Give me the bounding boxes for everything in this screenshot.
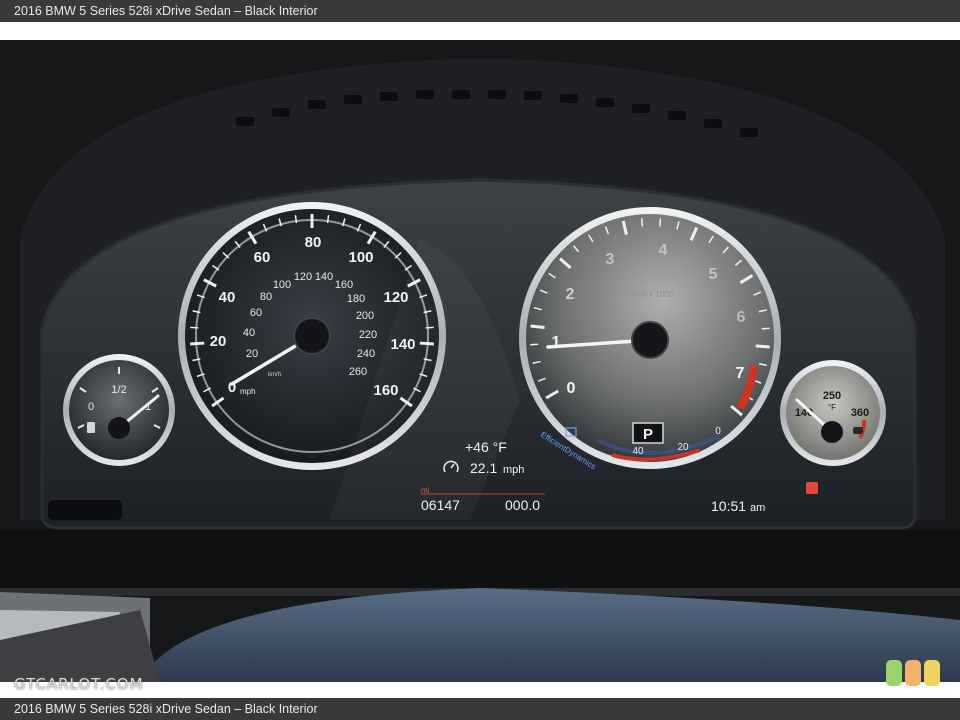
- lower-bezel: [0, 530, 960, 590]
- reset-button[interactable]: [48, 500, 122, 520]
- speed-label-100: 100: [348, 249, 373, 266]
- rating-dot-yellow[interactable]: [924, 660, 940, 686]
- caption-bar-top: 2016 BMW 5 Series 528i xDrive Sedan – Bl…: [0, 0, 960, 22]
- dial-tick: [530, 324, 545, 329]
- kmh-label-160: 160: [335, 279, 353, 291]
- kmh-label-20: 20: [246, 348, 258, 360]
- eco-label-20: 20: [677, 442, 689, 453]
- tachometer-hub: [631, 321, 669, 359]
- speed-label-20: 20: [210, 333, 227, 350]
- oil-can-icon: [853, 427, 863, 434]
- kmh-label-200: 200: [356, 310, 374, 322]
- kmh-label-60: 60: [250, 307, 262, 319]
- fuel-gauge: 0 1/2 1: [63, 354, 175, 466]
- white-border-top: [0, 22, 960, 40]
- dial-tick: [755, 344, 770, 349]
- tach-label-3: 3: [606, 251, 615, 268]
- kmh-label-100: 100: [273, 279, 291, 291]
- kmh-label-240: 240: [357, 348, 375, 360]
- gear-letter: P: [643, 426, 653, 443]
- kmh-label-120: 120: [294, 271, 312, 283]
- kmh-label-220: 220: [359, 329, 377, 341]
- speed-unit-mph: mph: [240, 387, 256, 396]
- fuel-hub: [108, 417, 130, 439]
- tach-label-7: 7: [736, 365, 745, 382]
- caption-bar-bottom: 2016 BMW 5 Series 528i xDrive Sedan – Bl…: [0, 698, 960, 720]
- speed-unit-kmh: km/h: [268, 372, 281, 378]
- warning-light-icon: [806, 482, 818, 494]
- fuel-pump-icon: [87, 422, 95, 433]
- fuel-label-half: 1/2: [111, 384, 126, 396]
- tach-multiplier: 1/min x 1000: [627, 290, 673, 299]
- caption-text-bottom: 2016 BMW 5 Series 528i xDrive Sedan – Bl…: [14, 702, 318, 716]
- tach-label-4: 4: [659, 242, 668, 259]
- speedometer-hub: [293, 317, 331, 355]
- speed-label-60: 60: [254, 249, 271, 266]
- clock-time: 10:51: [711, 498, 746, 514]
- tach-label-1: 1: [552, 334, 561, 351]
- oil-unit: °F: [828, 403, 836, 412]
- white-border-bottom: [0, 682, 960, 698]
- eco-label-0: 0: [715, 426, 721, 437]
- average-speed-unit: mph: [503, 464, 524, 476]
- speed-label-80: 80: [305, 234, 322, 251]
- oil-temp-gauge: 140 250 360 °F: [780, 360, 886, 466]
- caption-text: 2016 BMW 5 Series 528i xDrive Sedan – Bl…: [14, 4, 318, 18]
- kmh-label-80: 80: [260, 291, 272, 303]
- tach-label-5: 5: [709, 266, 718, 283]
- tach-label-0: 0: [567, 380, 576, 397]
- watermark-logo: GTCARLOT.COM: [14, 675, 144, 693]
- clock-suffix: am: [750, 502, 765, 514]
- rating-dot-orange[interactable]: [905, 660, 921, 686]
- oil-hub: [821, 421, 843, 443]
- kmh-label-260: 260: [349, 366, 367, 378]
- dial-tick: [761, 327, 770, 330]
- dial-tick: [641, 218, 644, 227]
- kmh-label-180: 180: [347, 293, 365, 305]
- dial-tick: [190, 326, 199, 329]
- fuel-label-empty: 0: [88, 401, 94, 413]
- rating-dot-green[interactable]: [886, 660, 902, 686]
- oil-label-250: 250: [823, 390, 841, 402]
- tach-label-6: 6: [737, 309, 746, 326]
- dial-tick: [659, 218, 662, 227]
- trip-meter: 000.0: [505, 497, 540, 513]
- kmh-label-140: 140: [315, 271, 333, 283]
- oil-label-360: 360: [851, 407, 869, 419]
- tach-label-2: 2: [566, 286, 575, 303]
- instrument-cluster-photo: 0 20 40 60 80 100 120 140 160 20 40 60 8…: [0, 40, 960, 682]
- dial-tick: [190, 341, 205, 346]
- kmh-label-40: 40: [243, 327, 255, 339]
- eco-label-40: 40: [632, 446, 644, 457]
- fuel-gauge-face: [69, 360, 169, 460]
- speed-label-40: 40: [219, 289, 236, 306]
